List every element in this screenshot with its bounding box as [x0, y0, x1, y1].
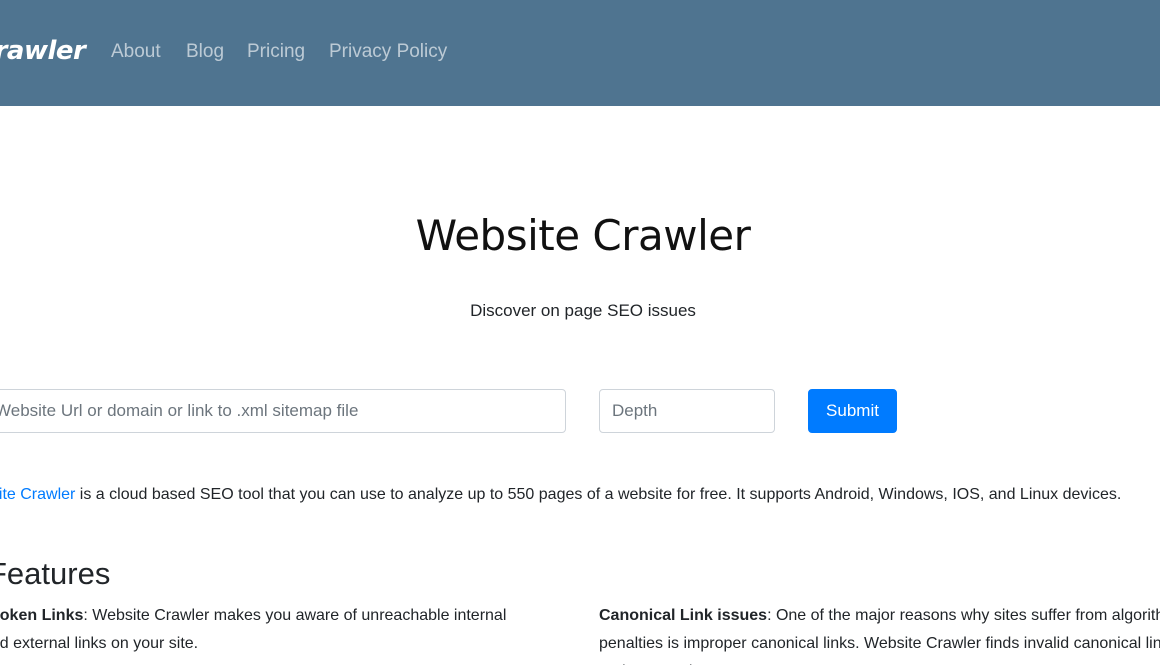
- feature-broken-links: Broken Links: Website Crawler makes you …: [0, 602, 512, 658]
- submit-button[interactable]: Submit: [808, 389, 897, 433]
- navbar: Crawler About Blog Pricing Privacy Polic…: [0, 0, 1160, 106]
- feature-canonical-links: Canonical Link issues: One of the major …: [599, 602, 1160, 665]
- intro-text: is a cloud based SEO tool that you can u…: [75, 486, 1122, 503]
- nav-link-pricing[interactable]: Pricing: [247, 40, 305, 64]
- nav-link-privacy-policy[interactable]: Privacy Policy: [329, 40, 447, 64]
- intro-paragraph: bsite Crawler is a cloud based SEO tool …: [0, 481, 1160, 509]
- url-input[interactable]: [0, 389, 566, 433]
- page: Crawler About Blog Pricing Privacy Polic…: [0, 0, 1160, 665]
- page-subtitle: Discover on page SEO issues: [470, 301, 696, 320]
- features-heading: Features: [0, 556, 111, 591]
- page-title: Website Crawler: [415, 211, 751, 260]
- brand-logo[interactable]: Crawler: [0, 34, 86, 68]
- nav-link-blog[interactable]: Blog: [186, 40, 224, 64]
- feature-title: Canonical Link issues: [599, 607, 768, 624]
- nav-link-about[interactable]: About: [111, 40, 161, 64]
- website-crawler-link[interactable]: bsite Crawler: [0, 486, 75, 503]
- feature-title: Broken Links: [0, 607, 84, 624]
- depth-input[interactable]: [599, 389, 775, 433]
